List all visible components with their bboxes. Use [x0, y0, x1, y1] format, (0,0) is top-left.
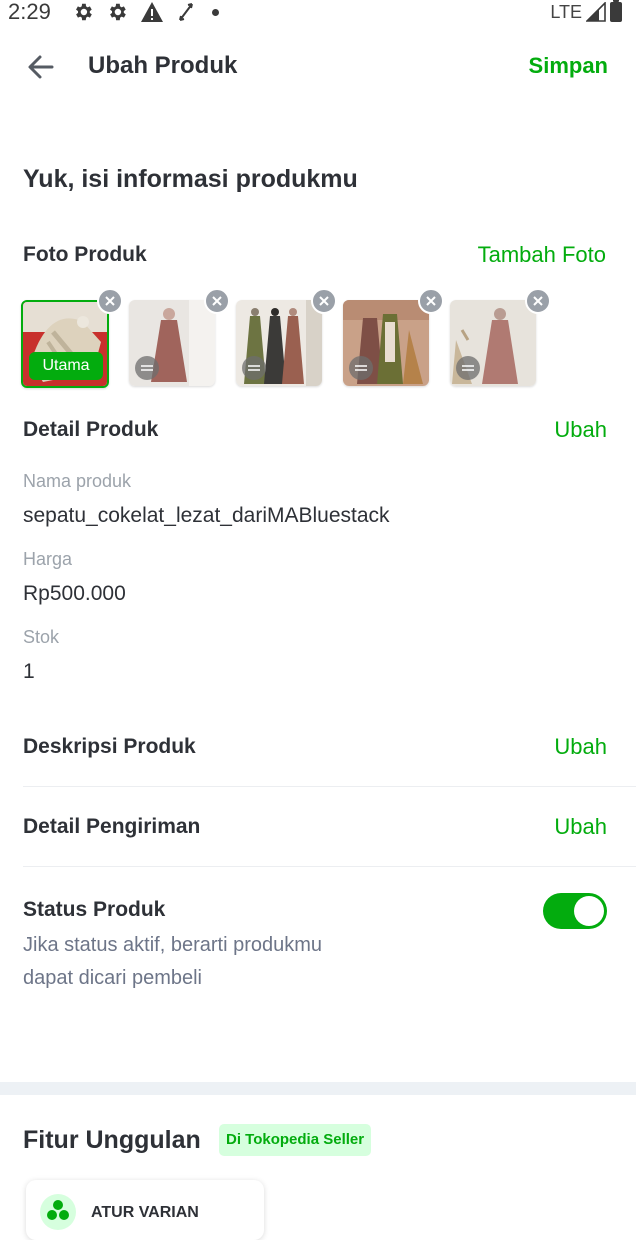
main-photo-badge: Utama — [29, 352, 103, 380]
edit-shipping-button[interactable]: Ubah — [554, 814, 607, 840]
features-title: Fitur Unggulan — [23, 1126, 201, 1154]
status-time: 2:29 — [8, 0, 51, 24]
variant-icon — [40, 1194, 76, 1230]
toggle-knob — [574, 896, 604, 926]
edit-description-button[interactable]: Ubah — [554, 734, 607, 760]
close-icon — [426, 296, 436, 306]
status-icons — [72, 1, 219, 23]
gear-icon — [110, 3, 126, 21]
dot-icon — [212, 8, 219, 16]
price-label: Harga — [23, 549, 73, 569]
photo-item-dress-olive[interactable] — [343, 300, 429, 386]
add-photo-button[interactable]: Tambah Foto — [478, 242, 606, 268]
remove-photo-button[interactable] — [525, 288, 551, 314]
detail-title: Detail Produk — [23, 418, 159, 441]
page-title: Ubah Produk — [88, 52, 238, 79]
arrow-left-icon — [28, 55, 54, 79]
photos-title: Foto Produk — [23, 243, 147, 266]
gear-icon — [76, 3, 92, 21]
close-icon — [533, 296, 543, 306]
close-icon — [319, 296, 329, 306]
shipping-title: Detail Pengiriman — [23, 815, 201, 838]
status-toggle[interactable] — [543, 893, 607, 929]
name-value: sepatu_cokelat_lezat_dariMABluestack — [23, 504, 390, 527]
drag-icon — [355, 365, 367, 371]
photo-item-shoe[interactable]: Utama — [21, 300, 109, 388]
back-button[interactable] — [24, 50, 58, 84]
remove-photo-button[interactable] — [97, 288, 123, 314]
drag-handle[interactable] — [242, 356, 266, 380]
status-description-line: dapat dicari pembeli — [23, 967, 202, 989]
name-label: Nama produk — [23, 471, 132, 491]
drag-icon — [462, 365, 474, 371]
close-icon — [212, 296, 222, 306]
save-button[interactable]: Simpan — [529, 53, 608, 79]
variant-label: ATUR VARIAN — [91, 1204, 199, 1221]
status-description-line: Jika status aktif, berarti produkmu — [23, 934, 323, 956]
status-description: Jika status aktif, berarti produkmu dapa… — [23, 929, 322, 995]
photo-item-dress-group[interactable] — [236, 300, 322, 386]
remove-photo-button[interactable] — [418, 288, 444, 314]
stock-label: Stok — [23, 627, 60, 647]
drag-handle[interactable] — [135, 356, 159, 380]
photo-item-dress-pink[interactable] — [450, 300, 536, 386]
close-icon — [105, 296, 115, 306]
price-value: Rp500.000 — [23, 582, 126, 605]
drag-icon — [248, 365, 260, 371]
photo-item-dress-mauve[interactable] — [129, 300, 215, 386]
dots-icon — [47, 1200, 69, 1220]
sync-icon — [179, 3, 193, 21]
status-right: LTE — [550, 0, 622, 24]
drag-handle[interactable] — [349, 356, 373, 380]
drag-icon — [141, 365, 153, 371]
status-title: Status Produk — [23, 898, 166, 921]
signal-icon — [586, 2, 606, 22]
edit-detail-button[interactable]: Ubah — [554, 417, 607, 443]
drag-handle[interactable] — [456, 356, 480, 380]
stock-value: 1 — [23, 660, 35, 683]
variant-card[interactable]: ATUR VARIAN — [26, 1180, 264, 1240]
seller-badge: Di Tokopedia Seller — [219, 1124, 372, 1156]
divider — [23, 866, 636, 867]
divider — [23, 786, 636, 787]
network-type: LTE — [550, 1, 582, 22]
section-separator — [0, 1082, 636, 1095]
battery-icon — [610, 0, 622, 22]
description-title: Deskripsi Produk — [23, 735, 196, 758]
remove-photo-button[interactable] — [204, 288, 230, 314]
photo-list: Utama — [20, 288, 580, 390]
warning-icon — [141, 2, 163, 22]
intro-heading: Yuk, isi informasi produkmu — [23, 165, 358, 193]
remove-photo-button[interactable] — [311, 288, 337, 314]
